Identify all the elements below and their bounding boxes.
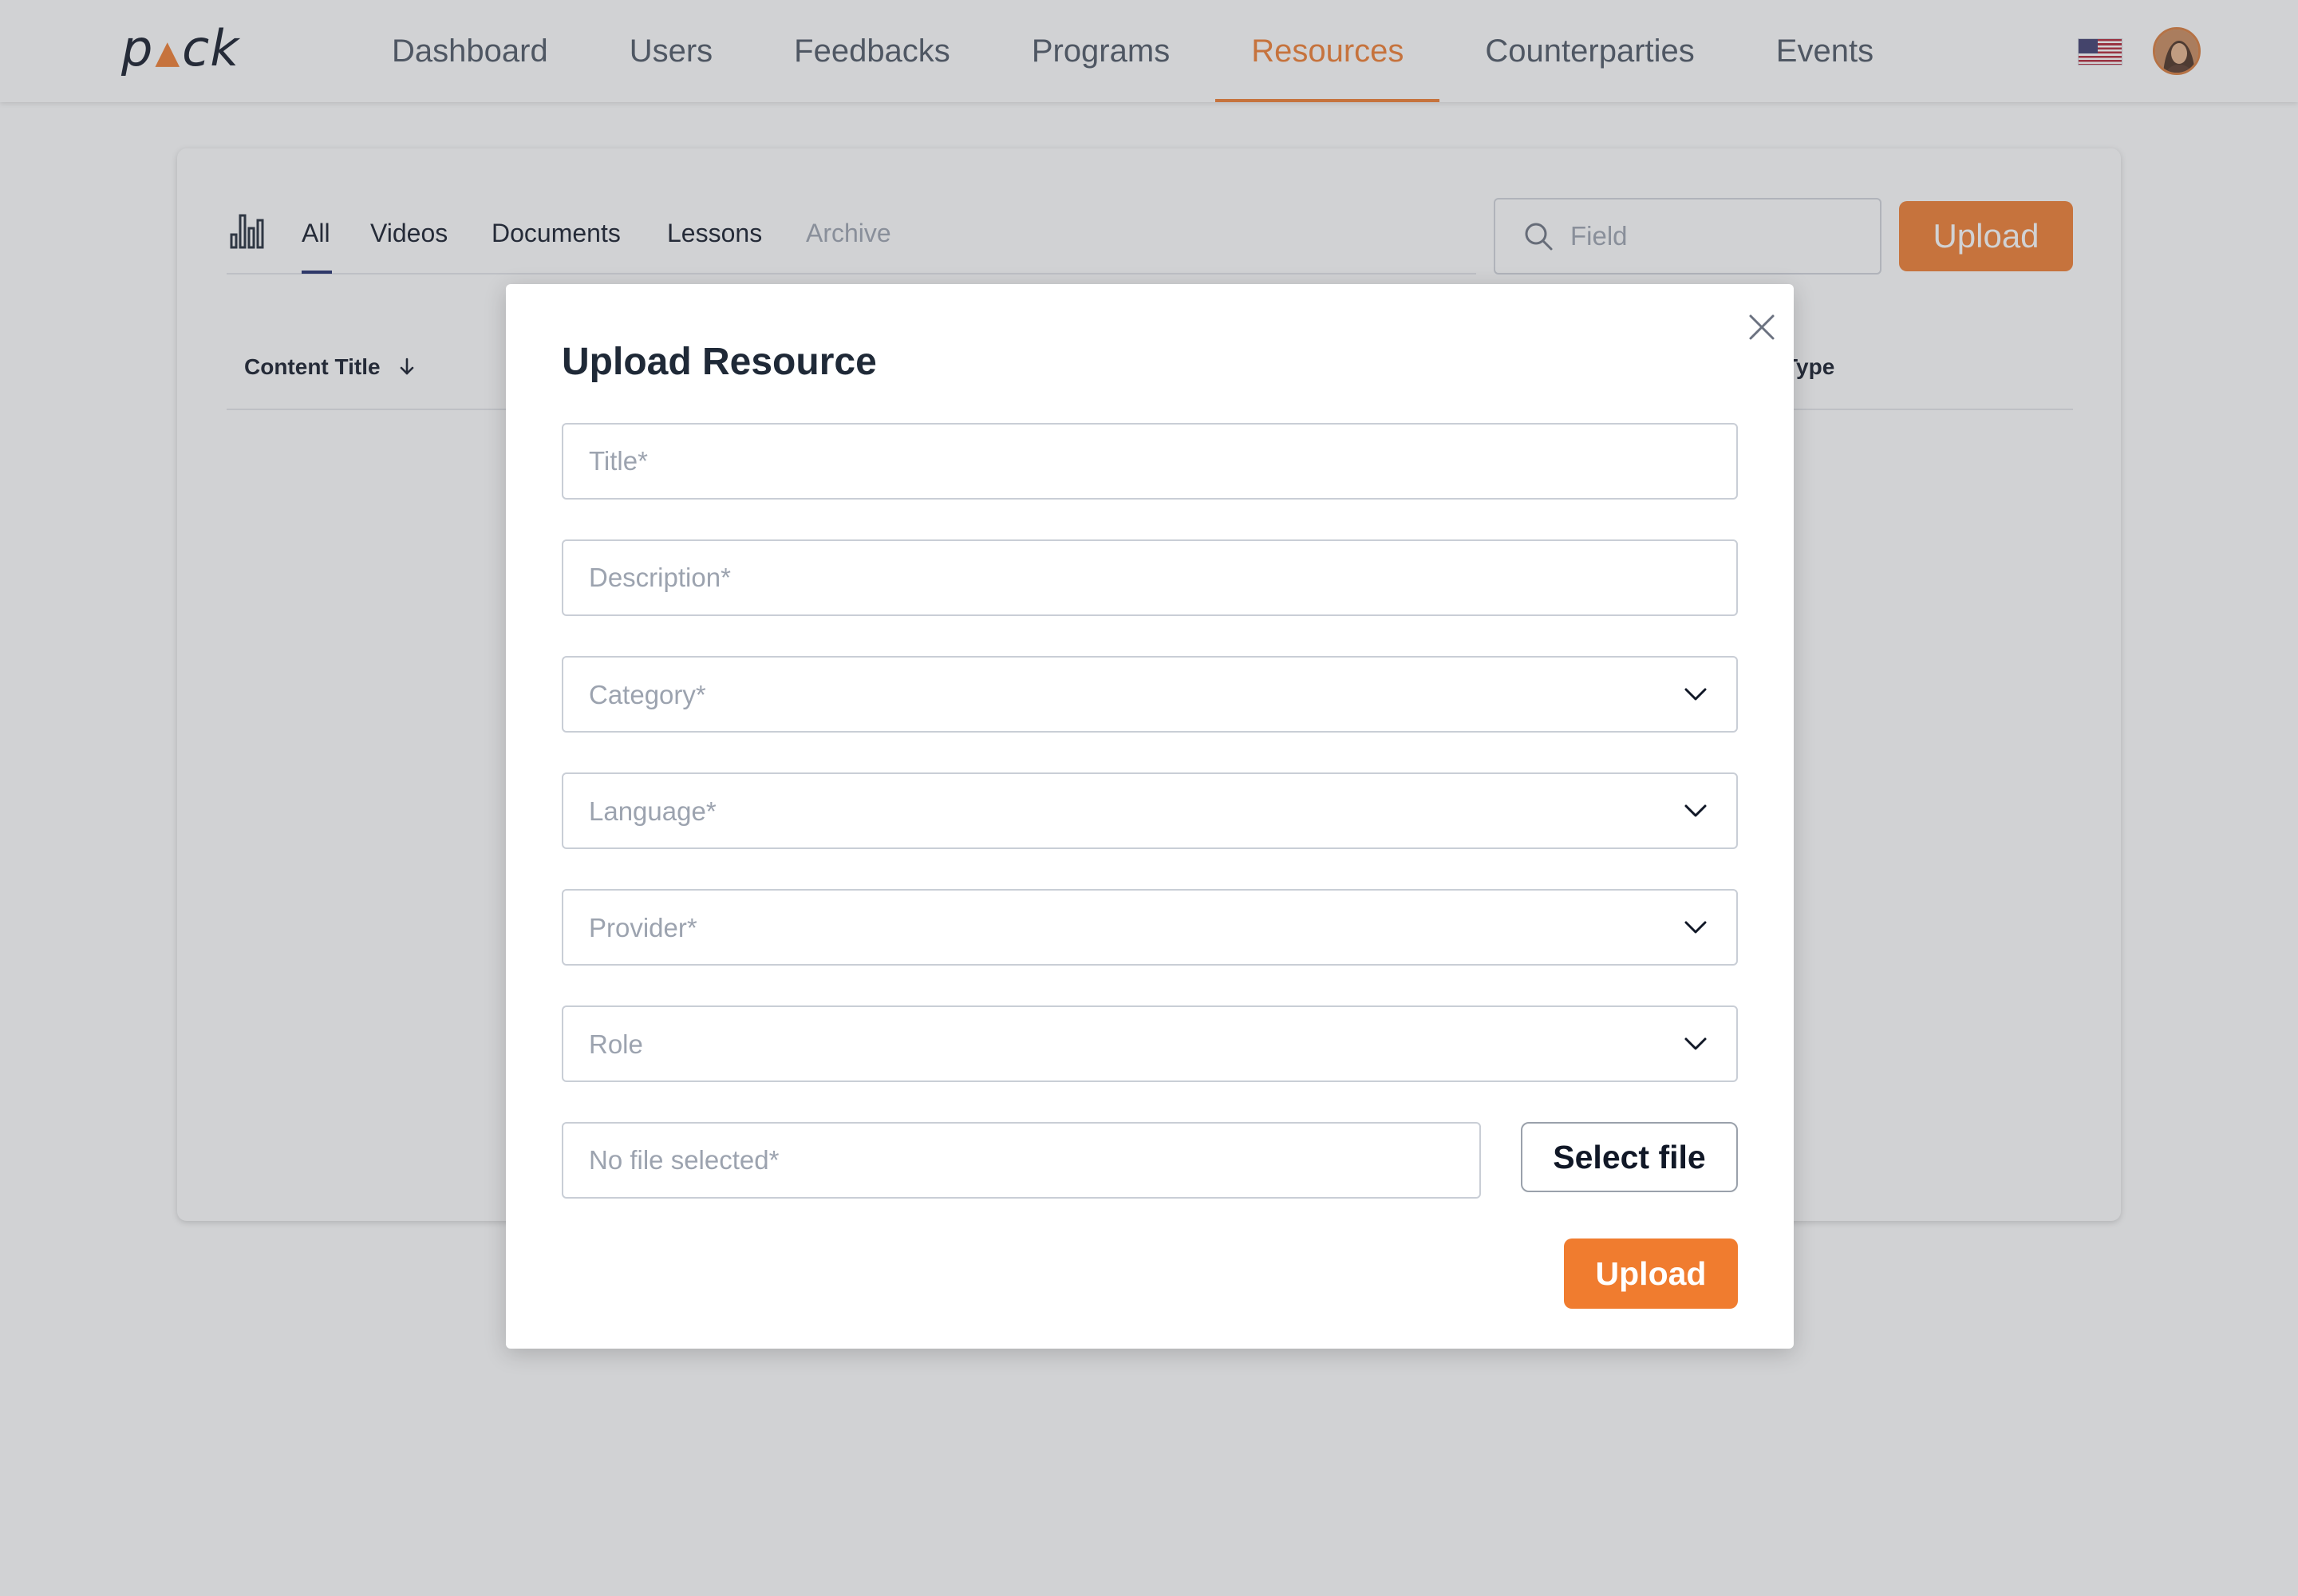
title-field[interactable] xyxy=(562,423,1738,500)
file-name-field[interactable] xyxy=(562,1122,1481,1199)
category-select[interactable]: Category* xyxy=(562,656,1738,733)
chevron-down-icon xyxy=(1684,921,1707,934)
modal-upload-button[interactable]: Upload xyxy=(1564,1238,1738,1309)
modal-title: Upload Resource xyxy=(562,341,877,383)
file-name-input[interactable] xyxy=(563,1124,1479,1197)
close-button[interactable] xyxy=(1739,305,1784,350)
description-field[interactable] xyxy=(562,539,1738,616)
provider-placeholder: Provider* xyxy=(589,913,697,942)
select-file-button[interactable]: Select file xyxy=(1521,1122,1738,1192)
language-placeholder: Language* xyxy=(589,796,717,826)
role-select[interactable]: Role xyxy=(562,1005,1738,1082)
chevron-down-icon xyxy=(1684,804,1707,817)
provider-select[interactable]: Provider* xyxy=(562,889,1738,966)
chevron-down-icon xyxy=(1684,1037,1707,1050)
chevron-down-icon xyxy=(1684,688,1707,701)
description-input[interactable] xyxy=(563,541,1736,614)
language-select[interactable]: Language* xyxy=(562,772,1738,849)
role-placeholder: Role xyxy=(589,1029,643,1059)
title-input[interactable] xyxy=(563,425,1736,498)
close-icon xyxy=(1749,314,1775,340)
upload-resource-modal: Upload Resource Category* Language* Prov… xyxy=(506,284,1794,1349)
category-placeholder: Category* xyxy=(589,680,706,709)
